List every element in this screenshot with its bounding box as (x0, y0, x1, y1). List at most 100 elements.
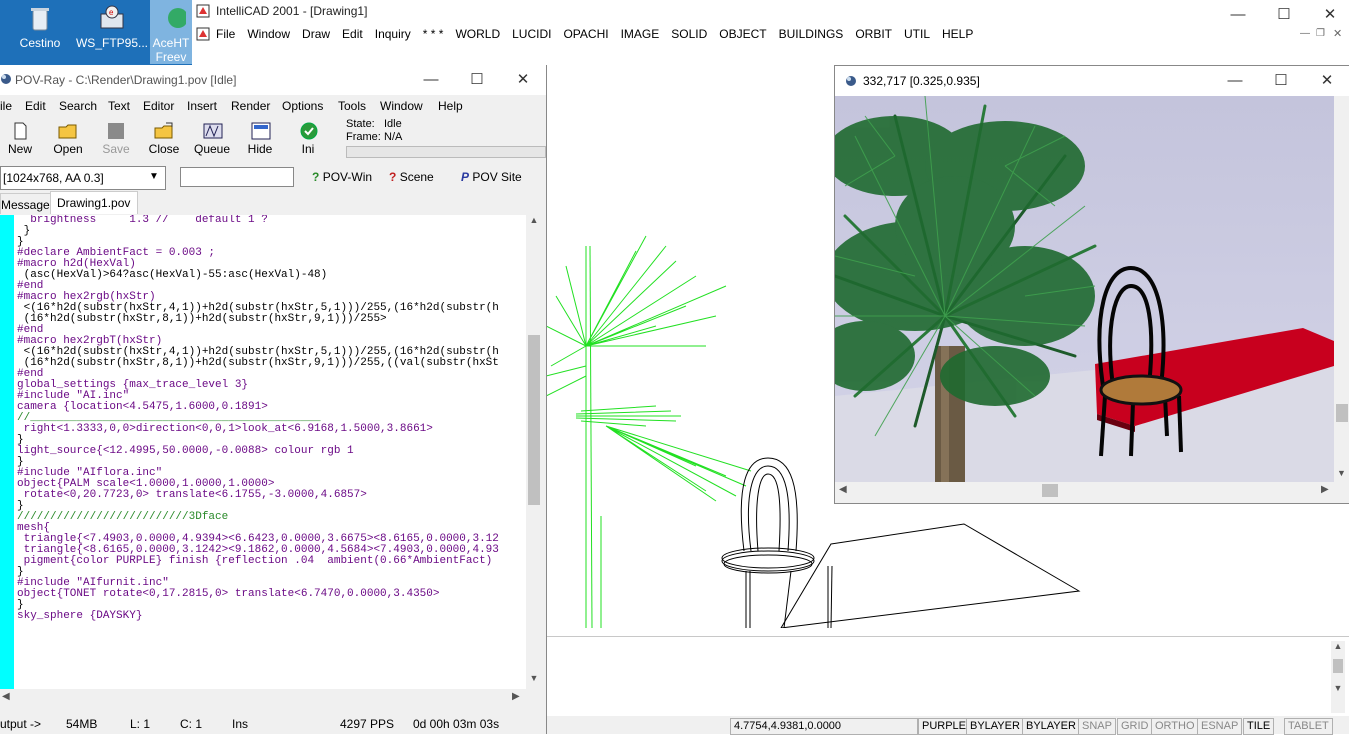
pov-menu-help[interactable]: Help (438, 99, 463, 113)
render-maximize-button[interactable]: ☐ (1258, 66, 1304, 96)
pov-menu-search[interactable]: Search (59, 99, 97, 113)
scroll-thumb[interactable] (528, 335, 540, 505)
status-line: L: 1 (130, 717, 151, 731)
scroll-down-icon[interactable]: ▼ (1337, 468, 1346, 478)
toggle-ortho[interactable]: ORTHO (1151, 718, 1199, 735)
mdi-minimize-button[interactable]: — (1300, 28, 1310, 39)
menu-solid[interactable]: SOLID (665, 24, 713, 41)
desktop-icon-recycle-bin[interactable]: Cestino (0, 0, 80, 64)
scroll-left-icon[interactable]: ◀ (839, 484, 847, 495)
tab-messages[interactable]: Messages (0, 193, 56, 214)
menu-help[interactable]: HELP (936, 24, 979, 41)
scroll-up-icon[interactable]: ▲ (1331, 641, 1345, 651)
pov-menu-editor[interactable]: Editor (143, 99, 174, 113)
code-line: sky_sphere {DAYSKY} (17, 610, 143, 622)
menu-object[interactable]: OBJECT (713, 24, 772, 41)
pov-maximize-button[interactable]: ☐ (454, 65, 500, 95)
menu-lucidi[interactable]: LUCIDI (506, 24, 557, 41)
tab-messages-label: Messages (1, 198, 56, 212)
command-line-input[interactable] (180, 167, 294, 187)
rendered-scene (835, 96, 1334, 482)
menu-world[interactable]: WORLD (449, 24, 506, 41)
link-povwin[interactable]: ? POV-Win (312, 170, 372, 184)
open-folder-icon (58, 122, 78, 140)
toggle-snap[interactable]: SNAP (1078, 718, 1116, 735)
mdi-close-button[interactable]: ✕ (1333, 27, 1342, 40)
mdi-restore-button[interactable]: ❐ (1316, 28, 1325, 39)
povray-app-icon (0, 73, 12, 85)
scroll-right-icon[interactable]: ▶ (1321, 484, 1329, 495)
render-vscrollbar[interactable]: ▼ (1334, 96, 1349, 482)
status-lineweight[interactable]: BYLAYER (1022, 718, 1080, 735)
status-color[interactable]: PURPLE (918, 718, 971, 735)
scroll-up-icon[interactable]: ▲ (526, 215, 542, 231)
code-editor[interactable]: brightness 1.3 // default 1 ? }} #declare… (14, 215, 526, 689)
toggle-tablet[interactable]: TABLET (1284, 718, 1333, 735)
scroll-thumb[interactable] (1042, 484, 1058, 497)
menu-edit[interactable]: Edit (336, 24, 369, 41)
link-povwin-label: POV-Win (322, 170, 373, 184)
menu-opachi[interactable]: OPACHI (557, 24, 614, 41)
link-scene[interactable]: ? Scene (389, 170, 434, 184)
toggle-tile[interactable]: TILE (1243, 718, 1275, 735)
menu-image[interactable]: IMAGE (615, 24, 666, 41)
tab-drawing1[interactable]: Drawing1.pov (50, 191, 138, 214)
toolbar-close-button[interactable]: Close (140, 120, 188, 160)
editor-hscrollbar[interactable]: ◀ ▶ (0, 689, 526, 705)
toggle-esnap[interactable]: ESNAP (1197, 718, 1243, 735)
toolbar-open-button[interactable]: Open (44, 120, 92, 160)
code-line: //////////////////////////3Dface (17, 511, 229, 523)
code-line: (asc(HexVal)>64?asc(HexVal)-55:asc(HexVa… (17, 269, 328, 281)
scroll-thumb[interactable] (1333, 659, 1343, 673)
menu-buildings[interactable]: BUILDINGS (773, 24, 850, 41)
frame-label: Frame: (346, 131, 381, 143)
desktop-icon-label: AceHT (152, 36, 190, 50)
intellicad-app-icon (196, 4, 210, 18)
toolbar-hide-button[interactable]: Hide (236, 120, 284, 160)
scroll-down-icon[interactable]: ▼ (1331, 683, 1345, 693)
menu-window[interactable]: Window (241, 24, 296, 41)
pov-menu-text[interactable]: Text (108, 99, 130, 113)
link-pov-site[interactable]: P POV Site (461, 170, 522, 184)
cad-command-scrollbar[interactable]: ▲ ▼ (1331, 641, 1345, 713)
toolbar-new-button[interactable]: New (0, 120, 44, 160)
menu-stars[interactable]: * * * (417, 24, 450, 41)
pov-close-button[interactable]: ✕ (500, 65, 546, 95)
menu-draw[interactable]: Draw (296, 24, 336, 41)
minimize-icon: — (1230, 6, 1246, 23)
pov-menu-render[interactable]: Render (231, 99, 270, 113)
render-minimize-button[interactable]: — (1212, 66, 1258, 96)
status-column: C: 1 (180, 717, 203, 731)
toolbar-ini-button[interactable]: Ini (284, 120, 332, 160)
menu-file[interactable]: File (210, 24, 241, 41)
minimize-icon: — (1227, 72, 1243, 89)
toggle-grid[interactable]: GRID (1117, 718, 1153, 735)
toolbar-save-button[interactable]: Save (92, 120, 140, 160)
render-hscrollbar[interactable]: ◀ ▶ (835, 482, 1334, 499)
render-window: 332,717 [0.325,0.935] — ☐ ✕ ▼ ◀ ▶ (834, 65, 1349, 504)
pov-minimize-button[interactable]: — (408, 65, 454, 95)
render-image[interactable] (835, 96, 1334, 482)
pov-menu-file[interactable]: ile (0, 99, 12, 113)
pov-menu-options[interactable]: Options (282, 99, 323, 113)
link-scene-label: Scene (399, 170, 434, 184)
desktop-icon-ftp[interactable]: e WS_FTP95... (72, 0, 152, 64)
menu-util[interactable]: UTIL (898, 24, 936, 41)
render-close-button[interactable]: ✕ (1304, 66, 1349, 96)
scroll-thumb[interactable] (1336, 404, 1348, 422)
toolbar-queue-button[interactable]: Queue (188, 120, 236, 160)
pov-menu-window[interactable]: Window (380, 99, 423, 113)
scroll-right-icon[interactable]: ▶ (512, 691, 520, 702)
pov-menu-edit[interactable]: Edit (25, 99, 46, 113)
menu-orbit[interactable]: ORBIT (849, 24, 898, 41)
scroll-down-icon[interactable]: ▼ (526, 673, 542, 683)
pov-menu-tools[interactable]: Tools (338, 99, 366, 113)
pov-menu-insert[interactable]: Insert (187, 99, 217, 113)
resolution-select[interactable]: [1024x768, AA 0.3] ▼ (0, 166, 166, 190)
desktop-icon-aceht[interactable]: AceHT Freev (150, 0, 192, 64)
menu-inquiry[interactable]: Inquiry (369, 24, 417, 41)
status-linetype[interactable]: BYLAYER (966, 718, 1024, 735)
editor-vscrollbar[interactable]: ▲ ▼ (526, 215, 542, 689)
cad-command-area[interactable]: ▲ ▼ (546, 636, 1349, 717)
scroll-left-icon[interactable]: ◀ (2, 691, 10, 702)
